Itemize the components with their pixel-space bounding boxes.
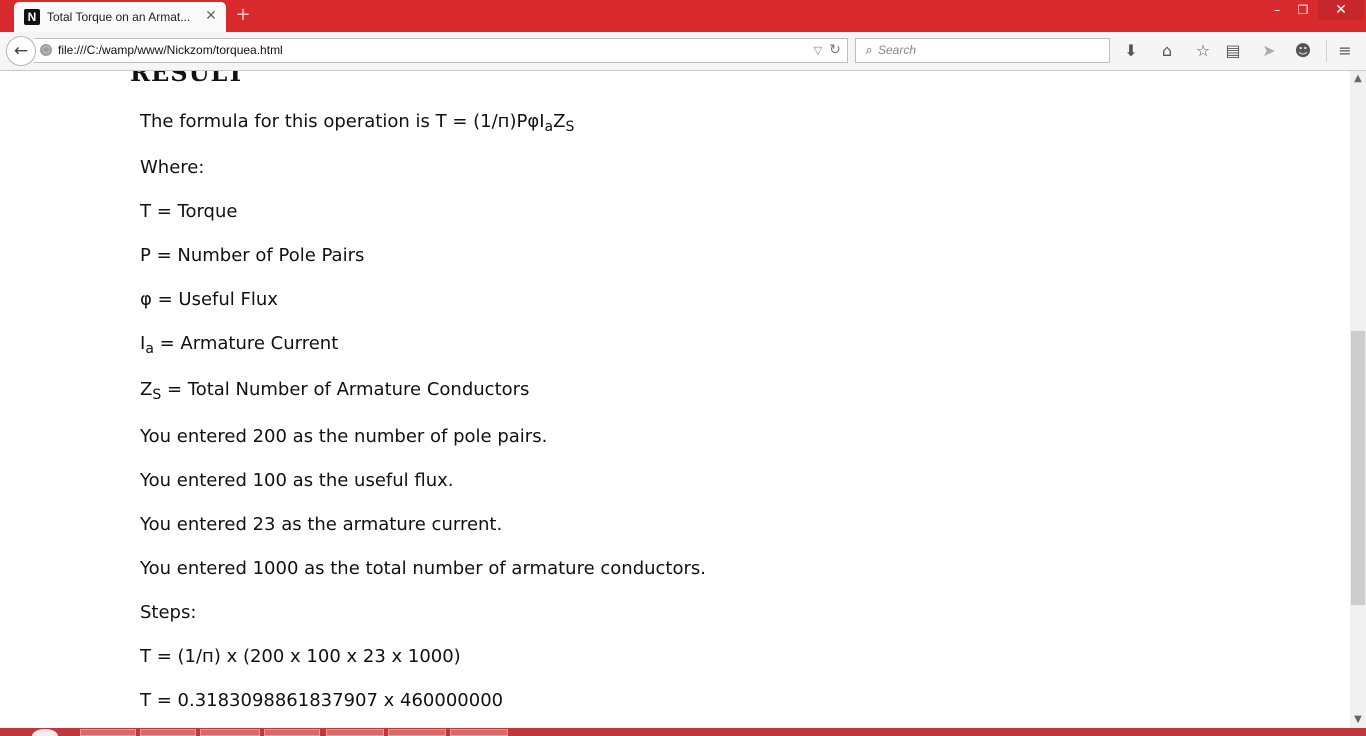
formula-prefix: The formula for this operation is T = (1… [140, 111, 540, 132]
home-icon[interactable]: ⌂ [1155, 39, 1179, 63]
window-titlebar: N Total Torque on an Armat... ✕ + – ❐ ✕ [0, 0, 1366, 32]
url-history-dropdown-icon[interactable]: ▽ [812, 42, 824, 59]
vertical-scrollbar[interactable]: ▲ ▼ [1350, 71, 1366, 728]
definition-armature-current: Ia = Armature Current [140, 332, 338, 356]
taskbar-item[interactable] [140, 729, 196, 736]
tab-title: Total Torque on an Armat... [47, 10, 191, 24]
download-icon[interactable]: ⬇ [1119, 39, 1143, 63]
navigation-toolbar: ◌ file:///C:/wamp/www/Nickzom/torquea.ht… [0, 32, 1366, 71]
search-input[interactable] [878, 42, 1098, 59]
entry-armature-current: You entered 23 as the armature current. [140, 514, 503, 535]
search-box[interactable]: ⌕ [855, 38, 1110, 63]
start-button[interactable] [32, 729, 58, 736]
step-1: T = (1/п) x (200 x 100 x 23 x 1000) [140, 646, 461, 667]
maximize-button[interactable]: ❐ [1292, 0, 1314, 20]
browser-tab[interactable]: N Total Torque on an Armat... ✕ [14, 2, 226, 32]
bookmark-star-icon[interactable]: ☆ [1191, 39, 1215, 63]
step-2: T = 0.3183098861837907 x 460000000 [140, 690, 504, 711]
taskbar-item[interactable] [80, 729, 136, 736]
chat-icon[interactable]: ☻ [1291, 39, 1315, 63]
url-text[interactable]: file:///C:/wamp/www/Nickzom/torquea.html [58, 43, 283, 58]
zs-text: = Total Number of Armature Conductors [161, 379, 530, 400]
toolbar-separator [1326, 40, 1327, 62]
taskbar-item[interactable] [388, 729, 446, 736]
taskbar-item[interactable] [200, 729, 260, 736]
result-heading: RESULT [130, 71, 246, 87]
minimize-button[interactable]: – [1266, 0, 1288, 20]
ia-text: = Armature Current [153, 333, 339, 354]
definition-useful-flux: φ = Useful Flux [140, 289, 278, 310]
formula-z-subscript: S [565, 119, 575, 135]
where-label: Where: [140, 157, 205, 178]
formula-z-symbol: Z [553, 111, 566, 132]
entry-useful-flux: You entered 100 as the useful flux. [140, 470, 454, 491]
share-icon[interactable]: ➤ [1257, 39, 1281, 63]
tab-close-icon[interactable]: ✕ [204, 8, 218, 24]
definition-torque: T = Torque [140, 201, 238, 222]
search-icon: ⌕ [865, 43, 873, 58]
taskbar-item[interactable] [326, 729, 384, 736]
scrollbar-thumb[interactable] [1351, 331, 1365, 605]
menu-icon[interactable]: ≡ [1333, 39, 1357, 63]
new-tab-button[interactable]: + [234, 6, 252, 24]
ia-subscript: a [145, 341, 154, 357]
globe-icon: ◌ [40, 44, 52, 56]
scroll-up-icon[interactable]: ▲ [1350, 71, 1366, 87]
close-window-button[interactable]: ✕ [1318, 0, 1364, 20]
steps-label: Steps: [140, 602, 197, 623]
entry-pole-pairs: You entered 200 as the number of pole pa… [140, 426, 548, 447]
page-content: RESULT The formula for this operation is… [0, 71, 1350, 728]
url-bar[interactable]: ◌ file:///C:/wamp/www/Nickzom/torquea.ht… [34, 38, 848, 63]
site-favicon-icon: N [24, 9, 40, 25]
entry-armature-conductors: You entered 1000 as the total number of … [140, 558, 706, 579]
definition-pole-pairs: P = Number of Pole Pairs [140, 245, 365, 266]
formula-line: The formula for this operation is T = (1… [140, 110, 574, 134]
taskbar-item[interactable] [264, 729, 320, 736]
definition-armature-conductors: ZS = Total Number of Armature Conductors [140, 378, 529, 402]
reading-list-icon[interactable]: ▤ [1221, 39, 1245, 63]
zs-symbol: Z [140, 379, 153, 400]
taskbar-item[interactable] [450, 729, 508, 736]
os-taskbar [0, 728, 1366, 736]
scroll-down-icon[interactable]: ▼ [1350, 712, 1366, 728]
back-button[interactable]: ← [6, 36, 36, 66]
formula-i-subscript: a [544, 119, 554, 135]
reload-icon[interactable]: ↻ [828, 42, 842, 59]
zs-subscript: S [152, 387, 162, 403]
